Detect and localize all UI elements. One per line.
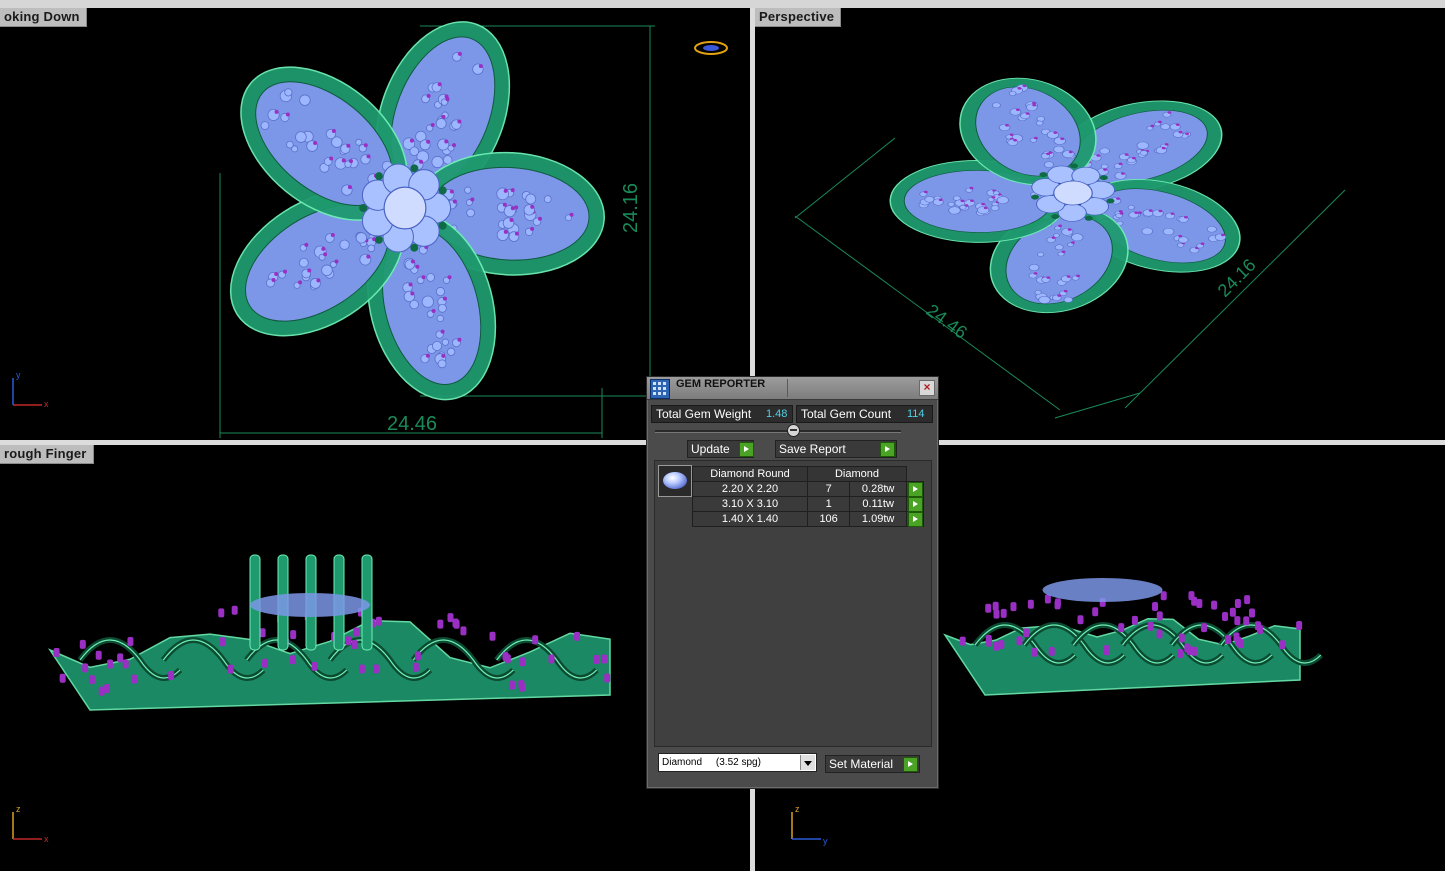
axis-triad-icon (791, 812, 821, 840)
height-dimension-label: 24.16 (620, 183, 642, 233)
set-material-button-label: Set Material (829, 757, 894, 771)
axis-b-label: x (44, 834, 49, 844)
through-finger-render: z x (12, 554, 611, 844)
play-icon[interactable] (903, 757, 918, 772)
set-material-button[interactable]: Set Material (825, 755, 920, 773)
material-select[interactable]: Diamond (3.52 spg) (658, 753, 817, 772)
total-gem-weight-label: Total Gem Weight (656, 407, 752, 421)
table-header-shape: Diamond Round (692, 466, 808, 482)
gem-weight-cell: 0.11tw (849, 496, 907, 512)
total-gem-count: Total Gem Count 114 (796, 405, 933, 423)
panel-slider-knob[interactable] (787, 424, 800, 437)
gem-list: Diamond Round Diamond 2.20 X 2.20 7 0.28… (654, 460, 932, 747)
update-button-label: Update (691, 442, 730, 456)
close-icon[interactable]: × (919, 380, 935, 396)
axis-a-label: z (16, 804, 21, 814)
viewport-through-finger[interactable]: z x rough Finger (0, 445, 750, 871)
total-gem-count-label: Total Gem Count (801, 407, 892, 421)
axis-a-label: y (16, 370, 21, 380)
axis-b-label: y (823, 836, 828, 846)
row-select-cell (906, 496, 924, 512)
total-gem-weight-value: 1.48 (766, 408, 788, 420)
table-header-material: Diamond (807, 466, 907, 482)
gem-size-cell: 3.10 X 3.10 (692, 496, 808, 512)
width-dimension-label: 24.46 (387, 413, 437, 435)
axis-triad-icon (12, 378, 42, 406)
diamond-round-icon[interactable] (658, 465, 692, 497)
panel-slider-track (655, 430, 901, 433)
total-gem-weight: Total Gem Weight 1.48 (651, 405, 793, 423)
axis-a-label: z (795, 804, 800, 814)
title-separator (787, 379, 788, 397)
viewport-label[interactable]: rough Finger (0, 445, 94, 464)
flower-ring-side-model (47, 554, 611, 711)
update-button[interactable]: Update (687, 440, 754, 458)
gem-size-cell: 1.40 X 1.40 (692, 511, 808, 527)
flower-ring-side-model (943, 578, 1323, 696)
axis-b-label: x (44, 399, 49, 409)
play-icon[interactable] (739, 442, 754, 457)
gem-count-cell: 106 (806, 511, 851, 527)
axis-triad-icon (12, 812, 42, 840)
looking-down-render: y x 24.46 24.16 (12, 21, 728, 438)
gem-weight-cell: 1.09tw (849, 511, 907, 527)
play-icon[interactable] (908, 497, 923, 512)
window-top-border (0, 0, 1445, 8)
viewport-label[interactable]: Perspective (755, 8, 842, 27)
gem-size-cell: 2.20 X 2.20 (692, 481, 808, 497)
chevron-down-icon[interactable] (800, 755, 815, 770)
play-icon[interactable] (908, 482, 923, 497)
table-row[interactable]: 1.40 X 1.40 106 1.09tw (692, 511, 924, 527)
save-report-button-label: Save Report (779, 442, 846, 456)
panel-title: GEM REPORTER (676, 378, 766, 390)
table-row[interactable]: 2.20 X 2.20 7 0.28tw (692, 481, 924, 497)
gem-weight-cell: 0.28tw (849, 481, 907, 497)
viewport-looking-down[interactable]: y x 24.46 24.16 oking Down (0, 8, 750, 440)
width-dimension-label: 24.46 (923, 300, 971, 343)
table-row[interactable]: 3.10 X 3.10 1 0.11tw (692, 496, 924, 512)
play-icon[interactable] (880, 442, 895, 457)
material-select-value: Diamond (3.52 spg) (662, 757, 761, 768)
total-gem-count-value: 114 (907, 408, 925, 420)
panel-titlebar[interactable]: GEM REPORTER × (647, 377, 938, 400)
viewport-label[interactable]: oking Down (0, 8, 87, 27)
play-icon[interactable] (908, 512, 923, 527)
app-icon (650, 379, 670, 399)
gem-count-cell: 1 (806, 496, 851, 512)
flower-ring-model (229, 21, 605, 401)
gem-table: Diamond Round Diamond 2.20 X 2.20 7 0.28… (692, 466, 924, 527)
save-report-button[interactable]: Save Report (775, 440, 897, 458)
row-select-cell (906, 481, 924, 497)
row-select-cell (906, 511, 924, 527)
gem-reporter-panel: GEM REPORTER × Total Gem Weight 1.48 Tot… (646, 376, 939, 789)
gem-count-cell: 7 (806, 481, 851, 497)
